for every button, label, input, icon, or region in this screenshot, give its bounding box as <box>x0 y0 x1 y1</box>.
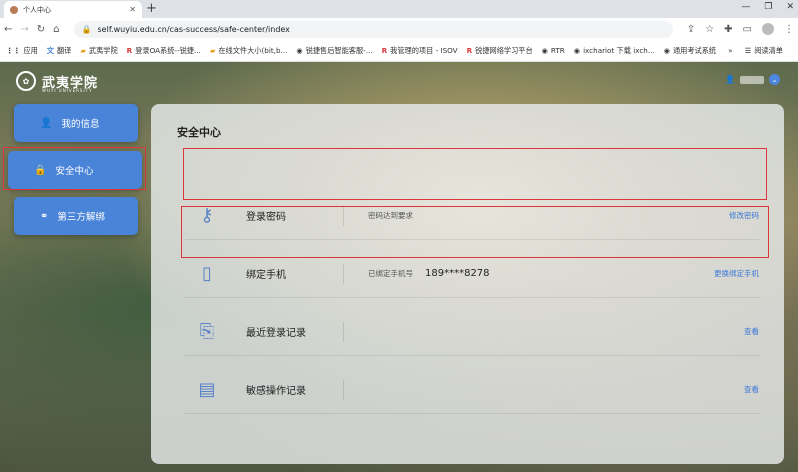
folder-icon: ▰ <box>209 46 216 55</box>
bookmark-item[interactable]: ▰ 武夷学院 <box>80 46 117 56</box>
row-label: 最近登录记录 <box>246 328 306 339</box>
bookmark-label: ixchariot 下载 ixch... <box>583 45 655 55</box>
bookmark-label: 锐捷售后智能客服-... <box>305 45 373 55</box>
divider <box>343 380 344 400</box>
bookmark-item[interactable]: R 锐捷网络学习平台 <box>467 46 533 56</box>
reload-icon[interactable]: ↻ <box>37 24 45 35</box>
change-phone-link[interactable]: 更换绑定手机 <box>714 268 759 279</box>
tab-title: 个人中心 <box>23 5 51 14</box>
bookmark-item[interactable]: R 登录OA系统--锐捷... <box>127 46 201 56</box>
list-item-login-records: ⎘ 最近登录记录 查看 <box>185 308 759 356</box>
bookmark-label: 翻译 <box>56 45 72 55</box>
globe-icon: ◉ <box>541 46 548 55</box>
bookmark-label: 应用 <box>23 45 38 55</box>
bookmark-label: 我管理的项目 - ISOV <box>390 45 458 55</box>
bookmark-item[interactable]: ☰ 阅读清单 <box>745 46 783 56</box>
documents-icon: ⎘ <box>199 321 215 342</box>
window-controls: — ❐ ✕ <box>741 2 794 12</box>
extensions-icon[interactable]: ✚ <box>724 24 732 35</box>
highlight-box <box>183 148 767 200</box>
minimize-icon[interactable]: — <box>741 2 750 12</box>
globe-icon: ◉ <box>573 46 581 55</box>
forward-icon[interactable]: → <box>20 24 28 35</box>
translate-icon: 文 <box>46 45 54 55</box>
highlight-box <box>3 147 146 190</box>
folder-icon: ▰ <box>80 46 86 55</box>
bookmark-item[interactable]: ⋮⋮ 应用 <box>6 46 38 56</box>
phone-icon: ▯ <box>202 263 212 284</box>
close-window-icon[interactable]: ✕ <box>786 2 794 12</box>
user-icon: 👤 <box>40 117 53 129</box>
bookmark-item[interactable]: » <box>725 46 732 55</box>
bookmark-label: 在线文件大小(bit,b... <box>218 45 288 55</box>
bookmark-label: 武夷学院 <box>88 45 118 55</box>
bookmark-item[interactable]: R 我管理的项目 - ISOV <box>382 46 458 56</box>
security-panel: 安全中心 ⚷ 登录密码 密码达到要求 修改密码 ▯ 绑定手机 已绑定手机号 18… <box>151 104 784 464</box>
globe-icon: ◉ <box>663 46 670 55</box>
sidebar-label: 第三方解绑 <box>57 212 105 223</box>
browser-tab[interactable]: 个人中心 ✕ <box>4 1 142 18</box>
maximize-icon[interactable]: ❐ <box>764 2 772 12</box>
share-icon[interactable]: ⇪ <box>687 24 695 35</box>
logo: ✿ 武夷学院 WUYI UNIVERSITY <box>16 71 98 93</box>
r-icon: R <box>126 46 133 55</box>
highlight-box <box>181 206 769 258</box>
bookmark-item[interactable]: ◉ 锐捷售后智能客服-... <box>296 46 372 56</box>
browser-chrome: 个人中心 ✕ + — ❐ ✕ ← → ↻ ⌂ 🔒 self.wuyiu.edu.… <box>0 0 798 62</box>
record-icon: ▤ <box>198 379 216 400</box>
list-item-sensitive-records: ▤ 敏感操作记录 查看 <box>185 366 759 414</box>
menu-icon[interactable]: ⋮ <box>784 24 794 35</box>
user-menu[interactable]: 👤 ⌄ <box>725 74 780 85</box>
logo-en: WUYI UNIVERSITY <box>42 88 93 93</box>
bookmark-item[interactable]: 文翻译 <box>47 46 72 56</box>
row-label: 绑定手机 <box>246 270 286 281</box>
bookmark-label: RTR <box>550 46 565 55</box>
r-icon: R <box>466 46 473 55</box>
home-icon[interactable]: ⌂ <box>53 24 59 35</box>
bookmark-item[interactable]: ◉ RTR <box>542 46 565 55</box>
profile-icon[interactable] <box>762 23 774 35</box>
link-icon: ⚭ <box>40 210 49 222</box>
bookmark-label: 锐捷网络学习平台 <box>475 45 533 55</box>
bookmark-label: 阅读清单 <box>754 45 783 55</box>
bookmark-label: 登录OA系统--锐捷... <box>135 45 201 55</box>
page-content: ✿ 武夷学院 WUYI UNIVERSITY 👤 ⌄ 👤 我的信息 🔒 安全中心… <box>0 62 798 472</box>
address-toolbar: ← → ↻ ⌂ 🔒 self.wuyiu.edu.cn/cas-success/… <box>0 18 798 40</box>
bookmark-item[interactable]: ◉ 通用考试系统 <box>664 46 716 56</box>
back-icon[interactable]: ← <box>4 24 12 35</box>
dropdown-icon[interactable]: ⌄ <box>769 74 780 85</box>
lock-icon[interactable]: 🔒 <box>82 25 92 34</box>
bookmark-label: 通用考试系统 <box>672 45 717 55</box>
view-sensitive-link[interactable]: 查看 <box>744 384 759 395</box>
username-redacted <box>740 75 764 84</box>
view-login-link[interactable]: 查看 <box>744 326 759 337</box>
university-seal-icon: ✿ <box>16 71 36 91</box>
favicon-icon <box>10 5 18 14</box>
divider <box>343 264 344 284</box>
divider <box>343 322 344 342</box>
user-icon: 👤 <box>725 75 735 84</box>
bookmark-item[interactable]: ◉ ixchariot 下载 ixch... <box>574 46 655 56</box>
star-icon[interactable]: ☆ <box>705 24 714 35</box>
sidebar-item-unbind[interactable]: ⚭ 第三方解绑 <box>14 197 138 235</box>
r-icon: R <box>381 46 388 55</box>
new-tab-button[interactable]: + <box>146 1 157 16</box>
globe-icon: ◉ <box>296 46 303 55</box>
sidebar-icon[interactable]: ▭ <box>743 24 752 35</box>
bookmarks-bar: ⋮⋮ 应用文翻译 ▰ 武夷学院 R 登录OA系统--锐捷... ▰ 在线文件大小(bit,b.… <box>0 40 798 62</box>
bookmark-item[interactable]: ▰ 在线文件大小(bit,b... <box>210 46 288 56</box>
phone-number: 189****8278 <box>425 268 490 279</box>
url-text: self.wuyiu.edu.cn/cas-success/safe-cente… <box>97 24 290 34</box>
sidebar-item-my-info[interactable]: 👤 我的信息 <box>14 104 138 142</box>
apps-icon: ⋮⋮ <box>6 46 21 55</box>
reading-list-icon: ☰ <box>744 46 752 55</box>
tab-bar: 个人中心 ✕ + — ❐ ✕ <box>0 0 798 18</box>
close-tab-icon[interactable]: ✕ <box>129 5 136 14</box>
row-label: 敏感操作记录 <box>246 386 306 397</box>
page-title: 安全中心 <box>177 126 221 139</box>
row-desc: 已绑定手机号 <box>368 269 413 278</box>
address-bar[interactable]: 🔒 self.wuyiu.edu.cn/cas-success/safe-cen… <box>73 20 673 38</box>
sidebar-label: 我的信息 <box>61 119 100 130</box>
bookmark-label: » <box>728 46 733 55</box>
